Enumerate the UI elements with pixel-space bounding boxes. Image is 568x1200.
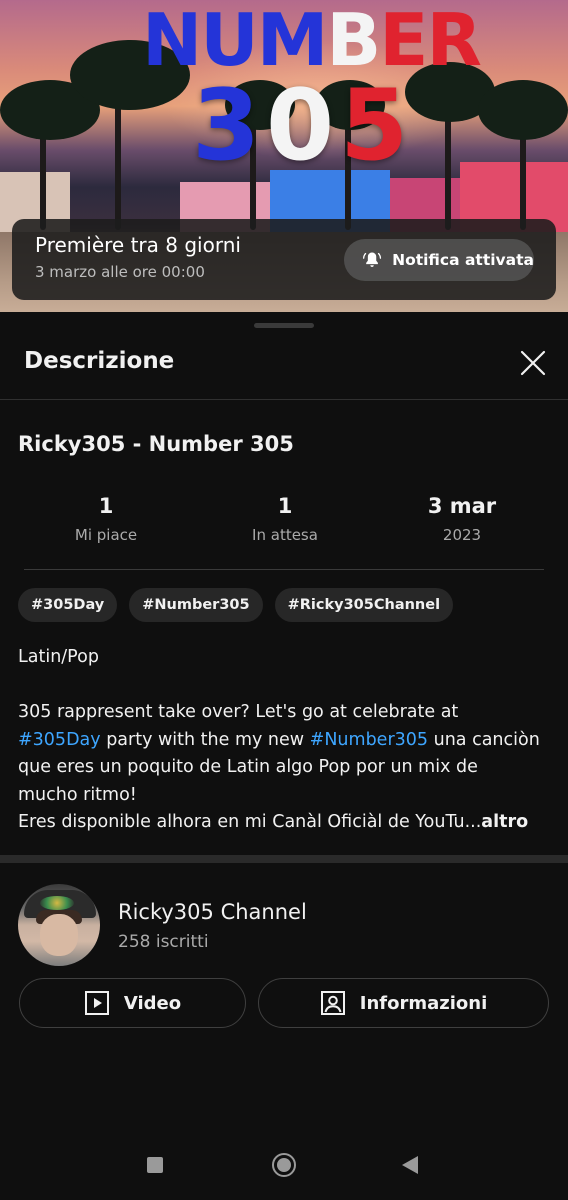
- section-divider: [0, 855, 568, 863]
- home-icon-dot: [277, 1158, 291, 1172]
- description-text-fragment: Eres disponible alhora en mi Canàl Ofici…: [18, 812, 482, 832]
- stat-waiting: 1 In attesa: [225, 492, 345, 546]
- bell-ringing-icon: [363, 252, 382, 267]
- description-text: Latin/Pop 305 rappresent take over? Let'…: [18, 644, 558, 837]
- premiere-card: Première tra 8 giorni 3 marzo alle ore 0…: [12, 219, 556, 300]
- video-title: Ricky305 - Number 305: [18, 432, 294, 456]
- close-icon: [520, 350, 546, 376]
- premiere-date: 3 marzo alle ore 00:00: [35, 263, 205, 281]
- description-sheet: Descrizione Ricky305 - Number 305 1 Mi p…: [0, 312, 568, 1200]
- avatar-cap-design: [40, 896, 74, 910]
- description-line: #305Day party with the my new #Number305…: [18, 727, 558, 755]
- palm-trunk: [115, 90, 121, 230]
- description-genre: Latin/Pop: [18, 647, 99, 667]
- divider: [24, 569, 544, 570]
- stat-likes: 1 Mi piace: [46, 492, 166, 546]
- sheet-title: Descrizione: [24, 348, 175, 374]
- stat-value: 1: [277, 494, 293, 518]
- description-spacer: [18, 672, 558, 700]
- recent-apps-icon[interactable]: [147, 1157, 163, 1173]
- thumbnail-digit: 3: [192, 69, 261, 183]
- video-button[interactable]: Video: [19, 978, 246, 1028]
- stat-label: In attesa: [252, 526, 318, 544]
- avatar-face: [40, 914, 78, 956]
- stat-date: 3 mar 2023: [402, 492, 522, 546]
- show-more-link[interactable]: altro: [481, 812, 528, 832]
- info-button[interactable]: Informazioni: [258, 978, 549, 1028]
- person-box-icon: [320, 991, 345, 1015]
- description-hashtag-link[interactable]: #Number305: [310, 730, 428, 750]
- thumbnail-digit: 5: [340, 69, 409, 183]
- system-navigation-bar: [0, 1130, 568, 1200]
- stat-value: 1: [98, 494, 114, 518]
- description-line: 305 rappresent take over? Let's go at ce…: [18, 702, 459, 722]
- channel-name[interactable]: Ricky305 Channel: [118, 900, 307, 924]
- notification-button-label: Notifica attivata: [392, 251, 534, 269]
- thumbnail-title: NUMBER: [142, 0, 482, 80]
- description-hashtag-link[interactable]: #305Day: [18, 730, 101, 750]
- palm-leaf: [478, 80, 568, 140]
- divider: [0, 399, 568, 400]
- channel-avatar[interactable]: [18, 884, 100, 966]
- hashtag-chip[interactable]: #305Day: [18, 588, 118, 622]
- drag-handle[interactable]: [254, 323, 314, 328]
- video-thumbnail[interactable]: NUMBER 3 0 5 Première tra 8 giorni 3 mar…: [0, 0, 568, 312]
- play-box-icon: [84, 991, 109, 1015]
- description-line: mucho ritmo!: [18, 784, 137, 805]
- hashtag-chip[interactable]: #Ricky305Channel: [274, 588, 454, 622]
- description-line: que eres un poquito de Latin algo Pop po…: [18, 757, 478, 777]
- description-text-fragment: una canciòn: [428, 729, 540, 750]
- notification-button[interactable]: Notifica attivata: [344, 239, 534, 281]
- video-button-label: Video: [123, 992, 182, 1014]
- hashtag-chip[interactable]: #Number305: [129, 588, 263, 622]
- close-button[interactable]: [516, 346, 550, 380]
- stat-label: Mi piace: [74, 526, 138, 544]
- premiere-title: Première tra 8 giorni: [35, 233, 241, 257]
- thumbnail-digit: 0: [266, 69, 335, 183]
- back-icon[interactable]: [402, 1156, 418, 1174]
- info-button-label: Informazioni: [359, 992, 488, 1014]
- stat-value: 3 mar: [427, 494, 497, 518]
- description-line: Eres disponible alhora en mi Canàl Ofici…: [18, 809, 558, 837]
- hashtag-list: #305Day #Number305 #Ricky305Channel: [18, 588, 454, 622]
- channel-subscribers: 258 iscritti: [118, 932, 209, 952]
- description-text-fragment: party with the my new: [100, 729, 310, 750]
- home-icon[interactable]: [272, 1153, 296, 1177]
- stat-label: 2023: [442, 526, 482, 544]
